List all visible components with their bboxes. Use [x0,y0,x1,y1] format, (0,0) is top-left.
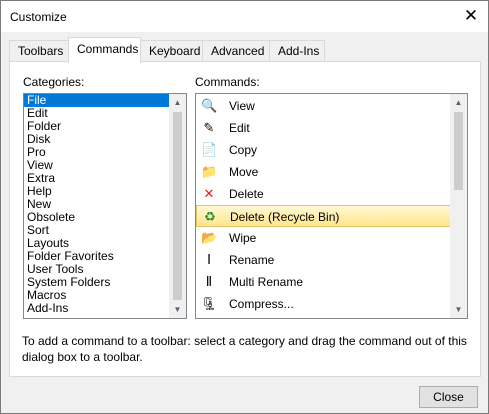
scroll-down-arrow-icon[interactable]: ▼ [169,301,186,318]
multi-rename-icon: Ⅱ [205,274,213,289]
commands-panel: Categories: Commands: File Edit Folder Disk… [9,61,481,377]
tab-toolbars[interactable]: Toolbars [9,40,69,62]
command-label: Delete (Recycle Bin) [230,210,340,224]
command-label: Edit [229,121,250,135]
commands-items: 🔍 View ✎ Edit 📄 Copy 📁 Move ✕ Delete ♻ Delete (Recy… [196,94,467,315]
category-item[interactable]: Add-Ins [24,302,186,315]
recycle-bin-icon: ♻ [204,209,216,224]
commands-scrollbar[interactable]: ▲ ▼ [450,94,467,318]
command-label: Move [229,165,259,179]
tab-add-ins[interactable]: Add-Ins [269,40,325,62]
category-item[interactable]: File [24,94,186,107]
command-item[interactable]: ✎ Edit [196,117,467,139]
categories-scrollbar[interactable]: ▲ ▼ [169,94,186,318]
scroll-thumb[interactable] [173,112,182,300]
scroll-thumb[interactable] [454,112,463,190]
command-item[interactable]: Ⅱ Multi Rename [196,271,467,293]
categories-list[interactable]: File Edit Folder Disk Pro View Extra Help New Obs… [23,93,187,319]
tab-keyboard[interactable]: Keyboard [140,40,203,62]
tab-commands[interactable]: Commands [68,37,141,63]
command-item[interactable]: ✕ Delete [196,183,467,205]
command-item[interactable]: 📄 Copy [196,139,467,161]
commands-label: Commands: [195,75,260,89]
command-label: View [229,99,255,113]
close-button[interactable]: Close [419,386,478,408]
scroll-up-arrow-icon[interactable]: ▲ [450,94,467,111]
category-item[interactable]: Disk [24,133,186,146]
scroll-up-arrow-icon[interactable]: ▲ [169,94,186,111]
categories-label: Categories: [23,75,85,89]
tab-advanced[interactable]: Advanced [202,40,270,62]
command-item[interactable]: 🗜 Compress... [196,293,467,315]
commands-list[interactable]: 🔍 View ✎ Edit 📄 Copy 📁 Move ✕ Delete ♻ Delete (Recy… [195,93,468,319]
title-bar: Customize ✕ [1,1,488,32]
edit-icon: ✎ [203,120,215,135]
command-item[interactable]: 📂 Wipe [196,227,467,249]
scroll-down-arrow-icon[interactable]: ▼ [450,301,467,318]
command-label: Compress... [229,297,294,311]
categories-items: File Edit Folder Disk Pro View Extra Help New Obs… [24,94,186,315]
delete-icon: ✕ [203,186,215,201]
command-item[interactable]: 🔍 View [196,95,467,117]
customize-dialog: Customize ✕ Toolbars Commands Keyboard A… [0,0,489,414]
command-label: Multi Rename [229,275,304,289]
copy-icon: 📄 [201,142,218,157]
help-text: To add a command to a toolbar: select a … [22,334,467,364]
move-icon: 📁 [201,164,218,179]
command-item[interactable]: Ⅰ Rename [196,249,467,271]
command-label: Wipe [229,231,257,245]
rename-icon: Ⅰ [207,252,211,267]
command-label: Rename [229,253,275,267]
command-label: Copy [229,143,258,157]
wipe-icon: 📂 [201,230,218,245]
command-label: Delete [229,187,264,201]
command-item[interactable]: ♻ Delete (Recycle Bin) [196,205,465,227]
compress-icon: 🗜 [201,296,218,311]
view-icon: 🔍 [201,98,218,113]
command-item[interactable]: 📁 Move [196,161,467,183]
close-icon[interactable]: ✕ [462,7,480,25]
window-title: Customize [10,10,67,24]
